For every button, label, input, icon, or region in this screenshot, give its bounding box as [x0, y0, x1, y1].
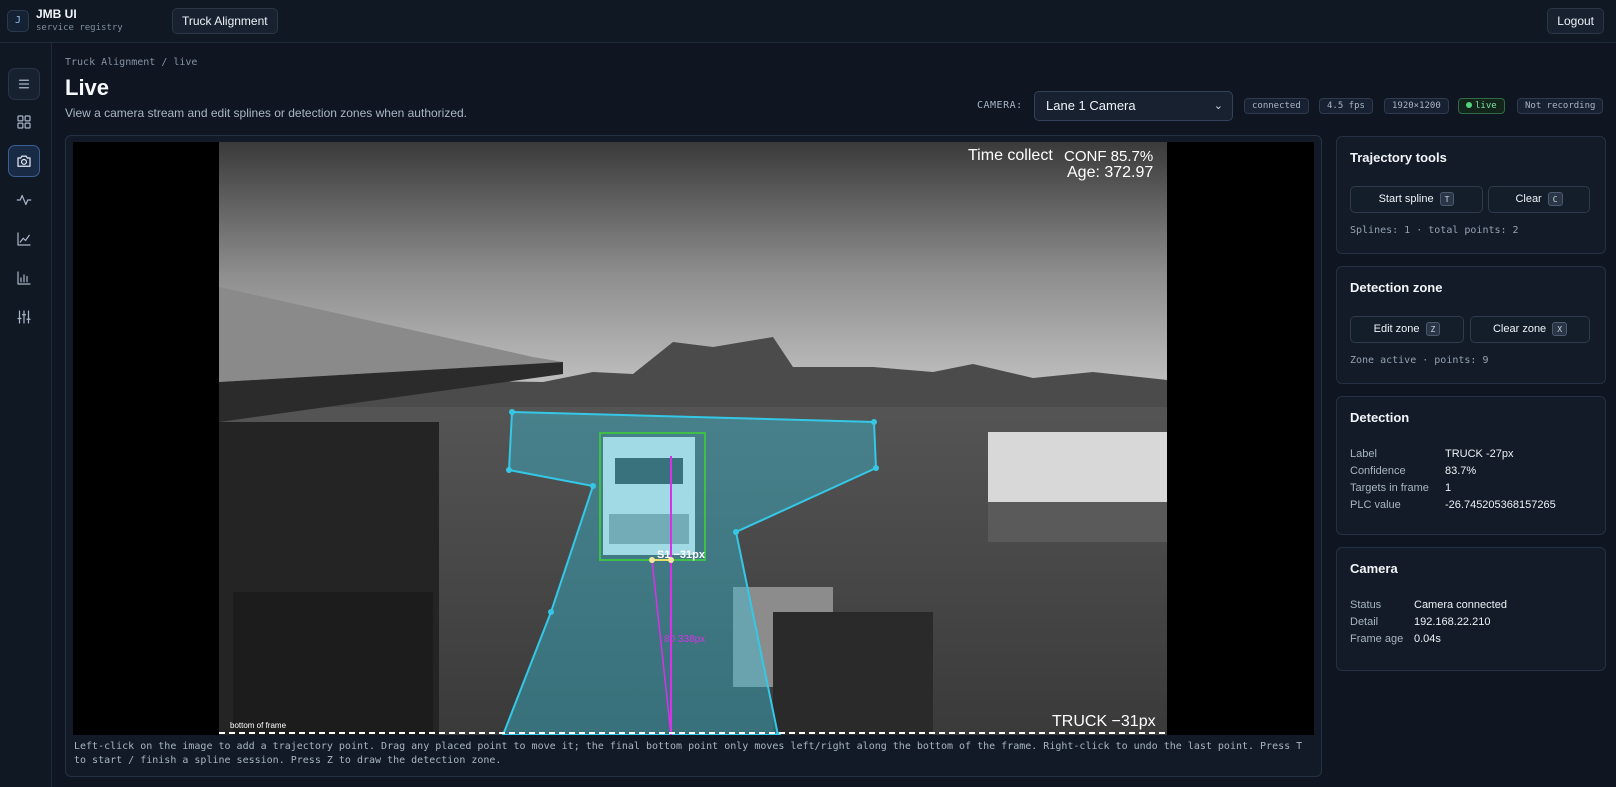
detection-title: Detection — [1350, 410, 1410, 425]
spline-summary: Splines: 1 · total points: 2 — [1350, 225, 1519, 236]
camera-title: Camera — [1350, 561, 1398, 576]
detection-confidence-key: Confidence — [1350, 465, 1406, 477]
camera-detail-key: Detail — [1350, 616, 1379, 628]
nav-stats[interactable] — [8, 262, 40, 294]
help-text: Left-click on the image to add a traject… — [74, 741, 1303, 766]
sliders-icon — [17, 310, 31, 324]
camera-detail-value: 192.168.22.210 — [1414, 616, 1491, 628]
overlay-bottom-of-frame: bottom of frame — [230, 721, 287, 730]
camera-status-key: Status — [1350, 599, 1382, 611]
page-title: Live — [65, 75, 110, 100]
camera-select-value: Lane 1 Camera — [1046, 98, 1136, 113]
side-rail — [0, 43, 52, 787]
overlay-distance-label: 80 338px — [664, 634, 705, 645]
detection-zone-card: Detection zone Edit zone Z Clear zone X Zo… — [1336, 266, 1606, 384]
page-subtitle: View a camera stream and edit splines or… — [65, 106, 468, 120]
nav-trends[interactable] — [8, 223, 40, 255]
overlay-age: Age: 372.97 — [1067, 164, 1153, 181]
video-stream[interactable]: S1 −31px 80 338px Time collect CONF 85.7… — [73, 142, 1314, 735]
nav-dashboard[interactable] — [8, 106, 40, 138]
trajectory-tools-card: Trajectory tools Start spline T Clear C Sp… — [1336, 136, 1606, 254]
shortcut-key-x: X — [1552, 322, 1568, 337]
camera-select[interactable]: Lane 1 Camera ⌄ — [1034, 91, 1233, 121]
camera-label: CAMERA: — [977, 100, 1023, 111]
status-badge-fps: 4.5 fps — [1319, 98, 1373, 114]
spline-point[interactable] — [649, 557, 655, 563]
overlay-time-collect: Time collect — [968, 147, 1053, 164]
video-panel: S1 −31px 80 338px Time collect CONF 85.7… — [65, 135, 1322, 777]
camera-icon — [17, 155, 31, 167]
app-logo: J — [7, 10, 29, 32]
app-subtitle: service registry — [36, 23, 123, 33]
camera-frame-age-key: Frame age — [1350, 633, 1404, 645]
detection-confidence-value: 83.7% — [1445, 465, 1477, 477]
start-spline-label: Start spline — [1378, 193, 1434, 205]
truck-alignment-nav-button[interactable]: Truck Alignment — [172, 8, 278, 34]
overlay-spline-label: S1 −31px — [657, 549, 706, 561]
detection-targets-value: 1 — [1445, 482, 1452, 494]
camera-status-value: Camera connected — [1414, 599, 1507, 611]
detection-card: Detection Label TRUCK -27px Confidence 8… — [1336, 396, 1606, 535]
line-chart-icon — [17, 232, 31, 246]
shortcut-key-c: C — [1547, 192, 1563, 207]
grid-icon — [17, 115, 31, 129]
edit-zone-label: Edit zone — [1373, 323, 1420, 335]
top-bar: J JMB UI service registry Truck Alignmen… — [0, 0, 1616, 43]
breadcrumb: Truck Alignment / live — [65, 57, 198, 68]
clear-zone-button[interactable]: Clear zone X — [1470, 316, 1590, 343]
bar-chart-icon — [17, 271, 31, 285]
chevron-down-icon: ⌄ — [1213, 100, 1223, 112]
menu-toggle-button[interactable] — [8, 68, 40, 100]
camera-card: Camera Status Camera connected Detail 19… — [1336, 547, 1606, 671]
shortcut-key-z: Z — [1425, 322, 1441, 337]
clear-spline-button[interactable]: Clear C — [1488, 186, 1590, 213]
detection-label-value: TRUCK -27px — [1445, 448, 1514, 460]
status-badge-recording: Not recording — [1517, 98, 1604, 114]
camera-frame-canvas[interactable]: S1 −31px 80 338px Time collect CONF 85.7… — [73, 142, 1314, 735]
pulse-icon — [16, 194, 32, 206]
logout-button[interactable]: Logout — [1547, 8, 1604, 34]
detection-zone-title: Detection zone — [1350, 280, 1443, 295]
detection-label-key: Label — [1350, 448, 1377, 460]
status-badge-resolution: 1920×1200 — [1384, 98, 1449, 114]
zone-summary: Zone active · points: 9 — [1350, 355, 1489, 366]
menu-icon — [18, 79, 30, 89]
overlay-truck-offset: TRUCK −31px — [1052, 713, 1156, 730]
camera-frame-age-value: 0.04s — [1414, 633, 1441, 645]
detection-targets-key: Targets in frame — [1350, 482, 1429, 494]
trajectory-tools-title: Trajectory tools — [1350, 150, 1447, 165]
status-badge-connection: connected — [1244, 98, 1309, 114]
app-title: JMB UI — [36, 7, 77, 21]
edit-zone-button[interactable]: Edit zone Z — [1350, 316, 1464, 343]
nav-camera[interactable] — [8, 145, 40, 177]
live-dot-icon — [1466, 102, 1472, 108]
status-badge-live: live — [1458, 98, 1505, 114]
start-spline-button[interactable]: Start spline T — [1350, 186, 1483, 213]
live-label: live — [1475, 101, 1497, 111]
detection-plc-key: PLC value — [1350, 499, 1401, 511]
nav-activity[interactable] — [8, 184, 40, 216]
clear-zone-label: Clear zone — [1492, 323, 1547, 335]
shortcut-key-t: T — [1439, 192, 1455, 207]
nav-settings[interactable] — [8, 301, 40, 333]
overlay-confidence: CONF 85.7% — [1064, 148, 1153, 165]
detection-plc-value: -26.745205368157265 — [1445, 499, 1556, 511]
clear-spline-label: Clear — [1515, 193, 1542, 205]
